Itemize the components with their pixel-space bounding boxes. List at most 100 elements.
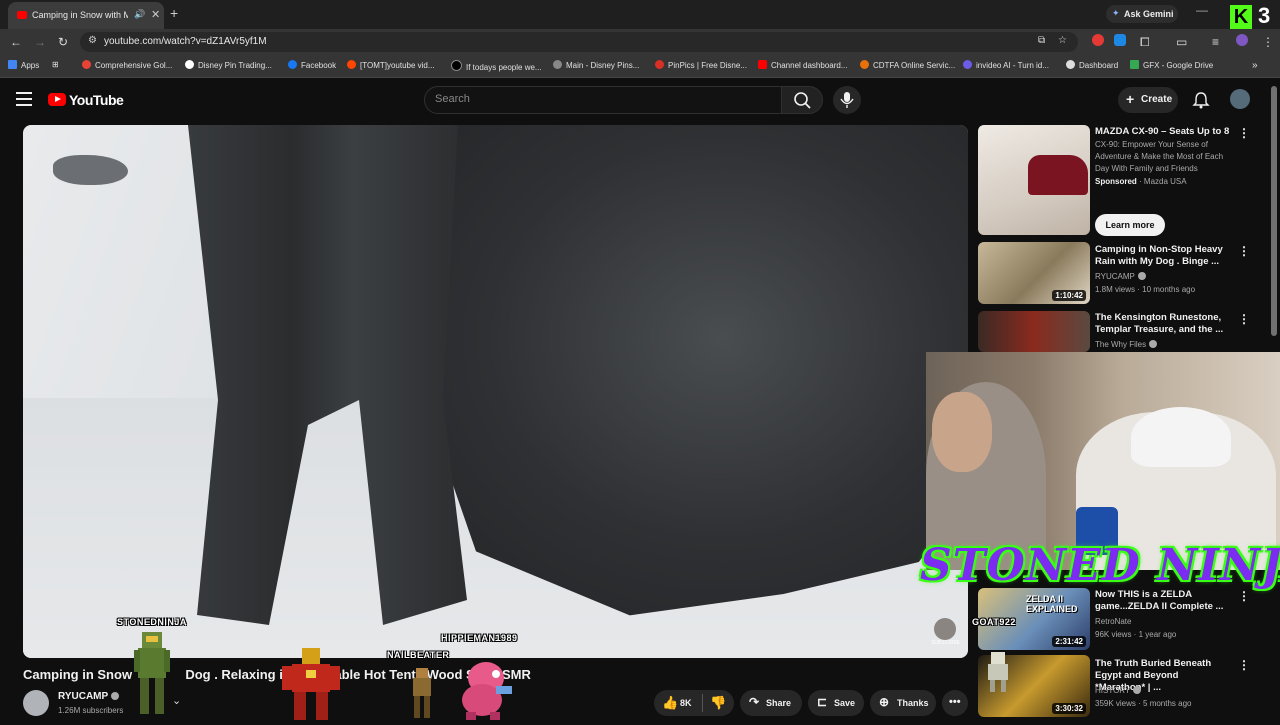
video-duration: 1:10:42 xyxy=(1052,290,1086,301)
voice-search-button[interactable] xyxy=(833,86,861,114)
share-button[interactable]: ↷ Share xyxy=(740,690,802,716)
create-label: Create xyxy=(1141,94,1173,105)
more-bookmarks-icon[interactable]: » xyxy=(1252,60,1258,71)
rec-meta: 96K views · 1 year ago xyxy=(1095,630,1177,639)
page-scrollbar[interactable] xyxy=(1271,86,1277,336)
rec-more-icon[interactable]: ⋮ xyxy=(1238,244,1250,258)
new-tab-button[interactable]: + xyxy=(170,5,178,21)
search-icon xyxy=(794,92,811,109)
subscribe-watermark-label: SUBSCRIBE xyxy=(931,640,960,646)
streamer-webcam: Rite ews xyxy=(926,352,1280,570)
profile-icon[interactable] xyxy=(1236,34,1248,46)
bookmarks-bar: Apps ⊞ Comprehensive Gol... Disney Pin T… xyxy=(0,55,1280,78)
bookmark-favicon-icon xyxy=(553,60,562,69)
more-actions-button[interactable]: ••• xyxy=(942,690,968,716)
close-tab-icon[interactable]: ✕ xyxy=(151,8,160,21)
rec-channel[interactable]: HISTORY xyxy=(1095,685,1142,697)
car-image xyxy=(1028,155,1088,195)
search-button[interactable] xyxy=(781,86,823,114)
bookmark-item[interactable]: GFX - Google Drive xyxy=(1130,60,1213,70)
bookmark-favicon-icon xyxy=(1066,60,1075,69)
ask-gemini-button[interactable]: ✦ Ask Gemini xyxy=(1106,5,1178,23)
bookmark-item[interactable]: Main - Disney Pins... xyxy=(553,60,639,70)
youtube-wordmark: YouTube xyxy=(69,92,124,108)
rec-thumbnail[interactable] xyxy=(978,311,1090,352)
stoned-ninja-banner: STONED NINJA xyxy=(920,540,1280,591)
rec-title[interactable]: The Kensington Runestone, Templar Treasu… xyxy=(1095,312,1230,336)
url-text: youtube.com/watch?v=dZ1AVr5yf1M xyxy=(104,36,267,47)
thumbnail-text: ZELDA II EXPLAINED xyxy=(1026,594,1078,614)
notifications-bell-icon[interactable] xyxy=(1192,91,1210,114)
account-avatar[interactable] xyxy=(1230,89,1250,109)
browser-menu-icon[interactable]: ⋮ xyxy=(1262,35,1274,49)
bookmark-star-icon[interactable]: ☆ xyxy=(1058,35,1067,46)
bookmark-item[interactable]: Dashboard xyxy=(1066,60,1118,70)
back-icon[interactable]: ← xyxy=(10,35,22,49)
rec-more-icon[interactable]: ⋮ xyxy=(1238,312,1250,326)
bookmark-item[interactable]: PinPics | Free Disne... xyxy=(655,60,747,70)
site-info-icon[interactable]: ⚙ xyxy=(88,35,97,46)
channel-name[interactable]: RYUCAMP xyxy=(58,691,120,702)
create-button[interactable]: + Create xyxy=(1118,87,1178,113)
rec-thumbnail[interactable]: 1:10:42 xyxy=(978,242,1090,304)
extensions-puzzle-icon[interactable]: ⧠ xyxy=(1140,35,1150,50)
bookmark-item[interactable]: If todays people we... xyxy=(451,60,542,72)
viewer-sprite-red-robot xyxy=(280,648,342,720)
tab-title: Camping in Snow with My xyxy=(32,10,128,20)
video-title-part: Dog . Relaxing in xyxy=(185,667,291,682)
browser-tab[interactable]: Camping in Snow with My 🔊 ✕ xyxy=(8,2,164,29)
subscribe-watermark-icon[interactable] xyxy=(934,618,956,640)
reload-icon[interactable]: ↻ xyxy=(58,35,68,49)
channel-avatar[interactable] xyxy=(23,690,49,716)
browser-tab-bar: Camping in Snow with My 🔊 ✕ + ✦ Ask Gemi… xyxy=(0,0,1280,29)
bookmark-item[interactable]: Channel dashboard... xyxy=(758,60,848,70)
ad-title[interactable]: MAZDA CX-90 – Seats Up to 8 xyxy=(1095,126,1230,138)
bookmark-item[interactable]: Comprehensive Gol... xyxy=(82,60,172,70)
video-title: Camping in Snow Dog . Relaxing in table … xyxy=(23,667,531,682)
ad-thumbnail[interactable] xyxy=(978,125,1090,235)
viewer-sprite-pink-creature xyxy=(456,656,518,720)
ask-gemini-label: Ask Gemini xyxy=(1124,9,1174,19)
grid-icon[interactable]: ⊞ xyxy=(52,60,59,69)
rec-more-icon[interactable]: ⋮ xyxy=(1238,658,1250,672)
media-controls-icon[interactable]: ≡ xyxy=(1212,35,1219,49)
omnibox[interactable]: ⚙ youtube.com/watch?v=dZ1AVr5yf1M ⧉ ☆ xyxy=(80,32,1078,52)
bookmark-apps[interactable]: Apps xyxy=(8,60,39,70)
bookmark-item[interactable]: CDTFA Online Servic... xyxy=(860,60,955,70)
rec-title[interactable]: Now THIS is a ZELDA game...ZELDA II Comp… xyxy=(1095,589,1230,613)
bookmark-item[interactable]: Disney Pin Trading... xyxy=(185,60,272,70)
viewer-sprite-small-warrior xyxy=(408,668,436,720)
bookmark-item[interactable]: [TOMT]youtube vid... xyxy=(347,60,435,70)
address-toolbar: ← → ↻ ⚙ youtube.com/watch?v=dZ1AVr5yf1M … xyxy=(0,29,1280,55)
rec-title[interactable]: Camping in Non-Stop Heavy Rain with My D… xyxy=(1095,244,1230,268)
tab-search-icon[interactable]: ▭ xyxy=(1176,35,1187,49)
video-title-part: table Hot Tent . Wood S xyxy=(330,667,475,682)
install-icon[interactable]: ⧉ xyxy=(1038,35,1045,46)
thumbs-up-icon[interactable]: 👍 xyxy=(662,695,678,711)
webcam-face-left xyxy=(932,392,992,472)
forward-icon[interactable]: → xyxy=(34,35,46,49)
bookmark-item[interactable]: Facebook xyxy=(288,60,336,70)
rec-channel[interactable]: RYUCAMP xyxy=(1095,271,1146,283)
rec-channel[interactable]: The Why Files xyxy=(1095,339,1158,351)
super-thanks-icon: ⊕ xyxy=(879,695,890,709)
video-player[interactable]: SUBSCRIBE xyxy=(23,125,968,658)
menu-icon[interactable] xyxy=(16,92,32,106)
save-button[interactable]: ⊏ Save xyxy=(808,690,864,716)
extension-blue-icon[interactable] xyxy=(1114,34,1126,46)
bookmark-favicon-icon xyxy=(860,60,869,69)
google-drive-icon xyxy=(1130,60,1139,69)
audio-icon[interactable]: 🔊 xyxy=(134,9,145,20)
rec-channel[interactable]: RetroNate xyxy=(1095,616,1131,628)
thumbs-down-icon[interactable]: 👎 xyxy=(710,695,726,711)
search-input[interactable]: Search xyxy=(424,86,782,114)
like-count[interactable]: 8K xyxy=(680,698,692,708)
minimize-icon[interactable]: — xyxy=(1196,3,1208,17)
kick-logo-icon: K xyxy=(1230,5,1252,29)
bookmark-item[interactable]: invideo AI - Turn id... xyxy=(963,60,1049,70)
learn-more-button[interactable]: Learn more xyxy=(1095,214,1165,236)
apps-grid-icon xyxy=(8,60,17,69)
extension-red-icon[interactable] xyxy=(1092,34,1104,46)
ad-more-icon[interactable]: ⋮ xyxy=(1238,126,1250,140)
thanks-button[interactable]: ⊕ Thanks xyxy=(870,690,936,716)
